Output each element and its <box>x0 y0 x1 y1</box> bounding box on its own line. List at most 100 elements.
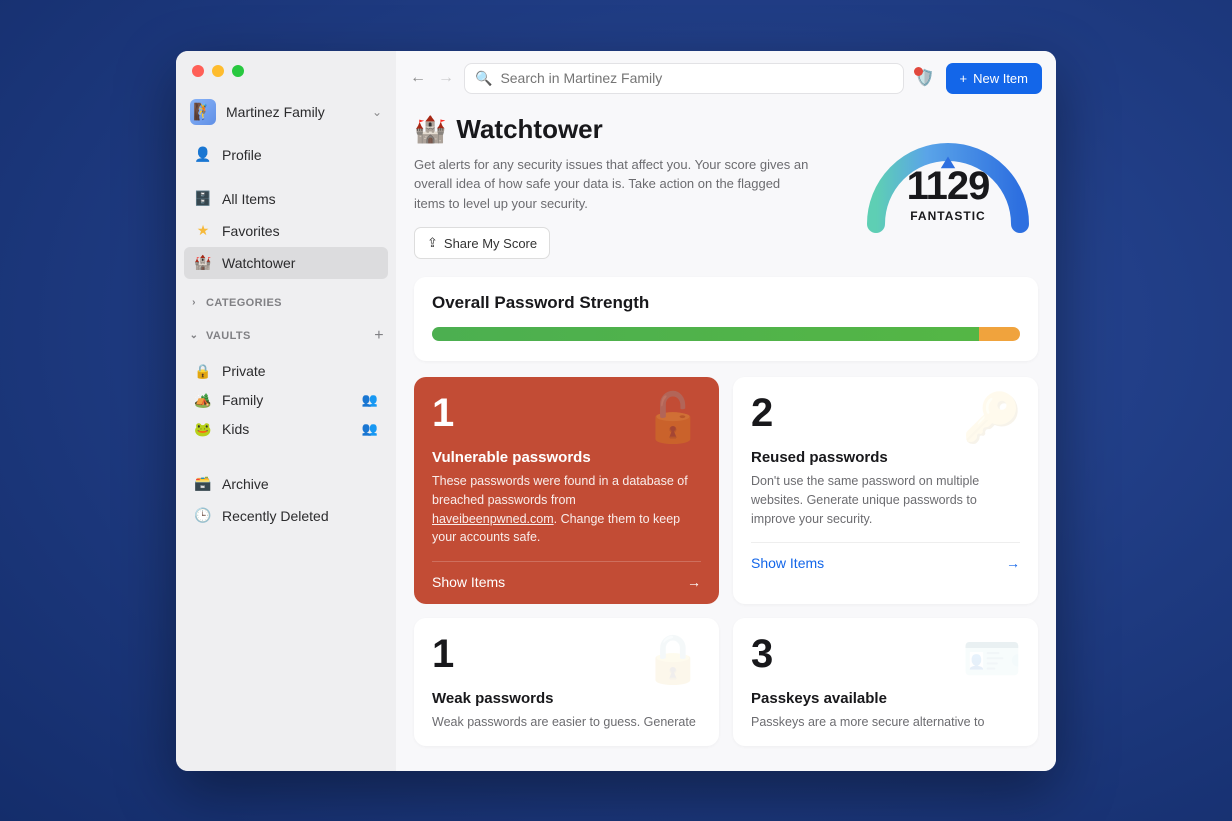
sidebar-nav-top: 👤 Profile <box>176 133 396 177</box>
page-description: Get alerts for any security issues that … <box>414 155 814 214</box>
search-box[interactable]: 🔍 <box>464 63 904 94</box>
vaults-list: 🔒 Private 🏕️ Family 👥 🐸 Kids 👥 <box>176 351 396 450</box>
card-passkeys-available: 🪪 3 Passkeys available Passkeys are a mo… <box>733 618 1038 746</box>
new-item-button[interactable]: + New Item <box>946 63 1043 94</box>
card-reused-passwords: 🔑 2 Reused passwords Don't use the same … <box>733 377 1038 604</box>
back-button[interactable]: ← <box>410 69 426 87</box>
close-window-button[interactable] <box>192 65 204 77</box>
arrow-right-icon: → <box>687 574 701 590</box>
people-icon: 👥 <box>362 392 378 408</box>
section-label: VAULTS <box>206 330 251 342</box>
sidebar-nav-bottom: 🗃️ Archive 🕒 Recently Deleted <box>176 462 396 538</box>
card-vulnerable-passwords: 🔓 1 Vulnerable passwords These passwords… <box>414 377 719 604</box>
overall-strength-card: Overall Password Strength <box>414 277 1038 361</box>
page-title: Watchtower <box>456 114 602 145</box>
vault-label: Kids <box>222 421 352 437</box>
share-score-button[interactable]: ⇪ Share My Score <box>414 227 550 259</box>
categories-header[interactable]: › CATEGORIES <box>176 285 396 315</box>
vaults-header[interactable]: ⌄ VAULTS + <box>176 315 396 351</box>
section-label: CATEGORIES <box>206 297 282 309</box>
page-header: 🏰 Watchtower Get alerts for any security… <box>414 114 1038 260</box>
sidebar-item-archive[interactable]: 🗃️ Archive <box>184 468 388 500</box>
card-description: Passkeys are a more secure alternative t… <box>751 713 1020 732</box>
sidebar-item-label: Recently Deleted <box>222 508 329 524</box>
main: ← → 🔍 🛡️ + New Item 🏰 Watcht <box>396 51 1056 771</box>
content: 🏰 Watchtower Get alerts for any security… <box>396 106 1056 771</box>
add-vault-button[interactable]: + <box>374 327 384 345</box>
app-window: 🧗 Martinez Family ⌄ 👤 Profile 🗄️ All Ite… <box>176 51 1056 771</box>
strength-title: Overall Password Strength <box>432 293 1020 313</box>
show-items-button[interactable]: Show Items → <box>432 561 701 590</box>
sidebar-item-all-items[interactable]: 🗄️ All Items <box>184 183 388 215</box>
fullscreen-window-button[interactable] <box>232 65 244 77</box>
card-weak-passwords: 🔒 1 Weak passwords Weak passwords are ea… <box>414 618 719 746</box>
plus-icon: + <box>960 71 968 86</box>
card-title: Passkeys available <box>751 690 1020 707</box>
forward-button[interactable]: → <box>438 69 454 87</box>
passkey-icon: 🪪 <box>962 630 1022 687</box>
minimize-window-button[interactable] <box>212 65 224 77</box>
search-input[interactable] <box>500 70 892 86</box>
vault-selector[interactable]: 🧗 Martinez Family ⌄ <box>176 91 396 133</box>
card-description: Don't use the same password on multiple … <box>751 472 1020 528</box>
vault-row-family[interactable]: 🏕️ Family 👥 <box>184 386 388 415</box>
sidebar-item-watchtower[interactable]: 🏰 Watchtower <box>184 247 388 279</box>
share-icon: ⇪ <box>427 235 438 251</box>
sidebar-item-label: All Items <box>222 191 276 207</box>
window-controls <box>176 65 396 91</box>
hibp-link[interactable]: haveibeenpwned.com <box>432 512 554 526</box>
notification-dot <box>914 67 923 76</box>
chevron-right-icon: › <box>188 297 200 308</box>
card-description: Weak passwords are easier to guess. Gene… <box>432 713 701 732</box>
vault-avatar: 🧗 <box>190 99 216 125</box>
vault-icon: 🏕️ <box>194 392 212 409</box>
nav-arrows: ← → <box>410 69 454 87</box>
unlock-icon: 🔓 <box>643 389 703 446</box>
card-title: Reused passwords <box>751 449 1020 466</box>
sidebar-item-label: Profile <box>222 147 262 163</box>
gauge-score: 1129 FANTASTIC <box>858 164 1038 223</box>
people-icon: 👥 <box>362 421 378 437</box>
sidebar-item-favorites[interactable]: ★ Favorites <box>184 215 388 247</box>
sidebar-item-recently-deleted[interactable]: 🕒 Recently Deleted <box>184 500 388 532</box>
vault-label: Private <box>222 363 378 379</box>
tower-icon: 🏰 <box>194 254 212 272</box>
vault-icon: 🔒 <box>194 363 212 380</box>
action-label: Show Items <box>751 555 824 571</box>
weak-lock-icon: 🔒 <box>643 630 703 687</box>
strength-segment-weak <box>979 327 1020 341</box>
vault-icon: 🐸 <box>194 421 212 438</box>
vault-row-private[interactable]: 🔒 Private <box>184 357 388 386</box>
score-rating: FANTASTIC <box>858 209 1038 223</box>
chevron-down-icon: ⌄ <box>188 330 200 341</box>
vault-row-kids[interactable]: 🐸 Kids 👥 <box>184 415 388 444</box>
sidebar-item-label: Favorites <box>222 223 280 239</box>
vault-selector-label: Martinez Family <box>226 104 362 120</box>
archive-icon: 🗃️ <box>194 475 212 493</box>
vault-label: Family <box>222 392 352 408</box>
card-description: These passwords were found in a database… <box>432 472 701 547</box>
person-icon: 👤 <box>194 146 212 164</box>
card-title: Weak passwords <box>432 690 701 707</box>
score-gauge: 1129 FANTASTIC <box>858 114 1038 244</box>
arrow-right-icon: → <box>1006 555 1020 571</box>
show-items-button[interactable]: Show Items → <box>751 542 1020 571</box>
watchtower-icon: 🏰 <box>414 114 446 145</box>
strength-segment-good <box>432 327 979 341</box>
drawer-icon: 🗄️ <box>194 190 212 208</box>
issue-cards-grid: 🔓 1 Vulnerable passwords These passwords… <box>414 377 1038 746</box>
chevron-down-icon: ⌄ <box>372 105 382 119</box>
notifications-button[interactable]: 🛡️ <box>914 67 936 89</box>
score-number: 1129 <box>858 164 1038 209</box>
star-icon: ★ <box>194 222 212 240</box>
search-icon: 🔍 <box>475 70 492 87</box>
sidebar-nav-main: 🗄️ All Items ★ Favorites 🏰 Watchtower <box>176 177 396 285</box>
keys-icon: 🔑 <box>962 389 1022 446</box>
page-title-row: 🏰 Watchtower <box>414 114 838 145</box>
clock-icon: 🕒 <box>194 507 212 525</box>
new-item-label: New Item <box>973 71 1028 86</box>
sidebar-item-label: Archive <box>222 476 269 492</box>
strength-bar <box>432 327 1020 341</box>
sidebar-item-profile[interactable]: 👤 Profile <box>184 139 388 171</box>
sidebar-item-label: Watchtower <box>222 255 295 271</box>
